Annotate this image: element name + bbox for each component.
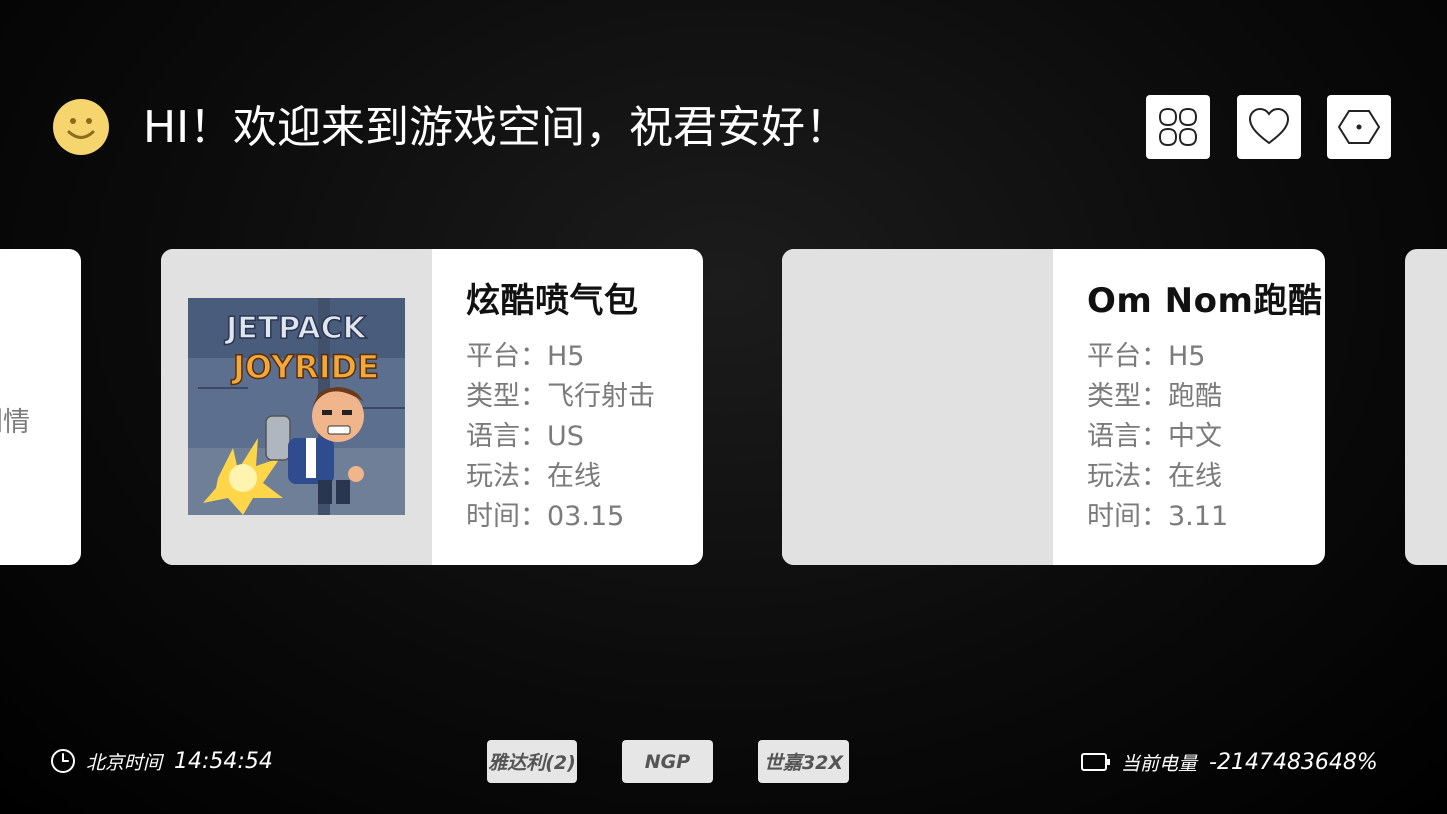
smiley-face-icon [53,99,109,155]
game-thumbnail: JETPACK JOYRIDE [161,249,432,565]
platform-tag-atari[interactable]: 雅达利(2) [487,740,577,783]
game-genre: 类型：飞行射击 [466,381,655,412]
clock-label: 北京时间 [86,751,163,774]
platform-tag-sega-32x[interactable]: 世嘉32X [758,740,849,783]
battery-label: 当前电量 [1121,752,1198,775]
game-mode: 玩法：在线 [466,461,601,492]
game-name: 炫酷喷气包 [466,281,639,321]
game-mode: 玩法：在线 [1087,461,1222,492]
game-card-jetpack[interactable]: JETPACK JOYRIDE 炫酷喷气包 平台：H5 类型：飞行射击 语言：U… [161,249,703,565]
battery-value: -2147483648% [1209,749,1378,775]
game-card-omnom[interactable]: Om Nom跑酷 平台：H5 类型：跑酷 语言：中文 玩法：在线 时间：3.11 [782,249,1325,565]
clock-display: 北京时间 14:54:54 [50,747,273,775]
game-genre: 类型：跑酷 [1087,381,1222,412]
game-language: 语言：US [466,421,584,452]
game-date: 时间：3.11 [1087,501,1229,532]
cover-title-line1: JETPACK [224,311,368,346]
game-platform: 平台：H5 [1087,341,1206,372]
battery-icon [1081,753,1110,771]
game-meta: 平台：H5 类型：跑酷 语言：中文 玩法：在线 时间：3.11 [1087,337,1325,537]
grid-icon [1158,107,1198,147]
grid-menu-button[interactable] [1146,95,1210,159]
clock-icon [51,749,75,773]
game-platform: 平台：H5 [466,341,585,372]
favorites-button[interactable] [1237,95,1301,159]
heart-icon [1248,107,1290,145]
game-cover-image: JETPACK JOYRIDE [188,298,405,515]
hexagon-icon [1337,110,1381,144]
game-space-screen: HI！欢迎来到游戏空间，祝君安好！ 模拟 剧情 [0,0,1447,814]
game-meta: 剧情 [0,407,30,438]
cover-title-line2: JOYRIDE [231,348,379,386]
platform-tag-ngp[interactable]: NGP [622,740,713,783]
game-thumbnail [782,249,1053,565]
game-card-partial-right[interactable] [1405,249,1447,565]
greeting-title: HI！欢迎来到游戏空间，祝君安好！ [143,102,850,153]
game-language: 语言：中文 [1087,421,1222,452]
game-date: 时间：03.15 [466,501,625,532]
game-card-partial-left[interactable]: 模拟 剧情 [0,249,81,565]
game-name: Om Nom跑酷 [1087,281,1323,321]
settings-button[interactable] [1327,95,1391,159]
clock-time: 14:54:54 [174,748,273,774]
game-meta: 平台：H5 类型：飞行射击 语言：US 玩法：在线 时间：03.15 [466,337,703,537]
battery-display: 当前电量 -2147483648% [1081,747,1378,777]
